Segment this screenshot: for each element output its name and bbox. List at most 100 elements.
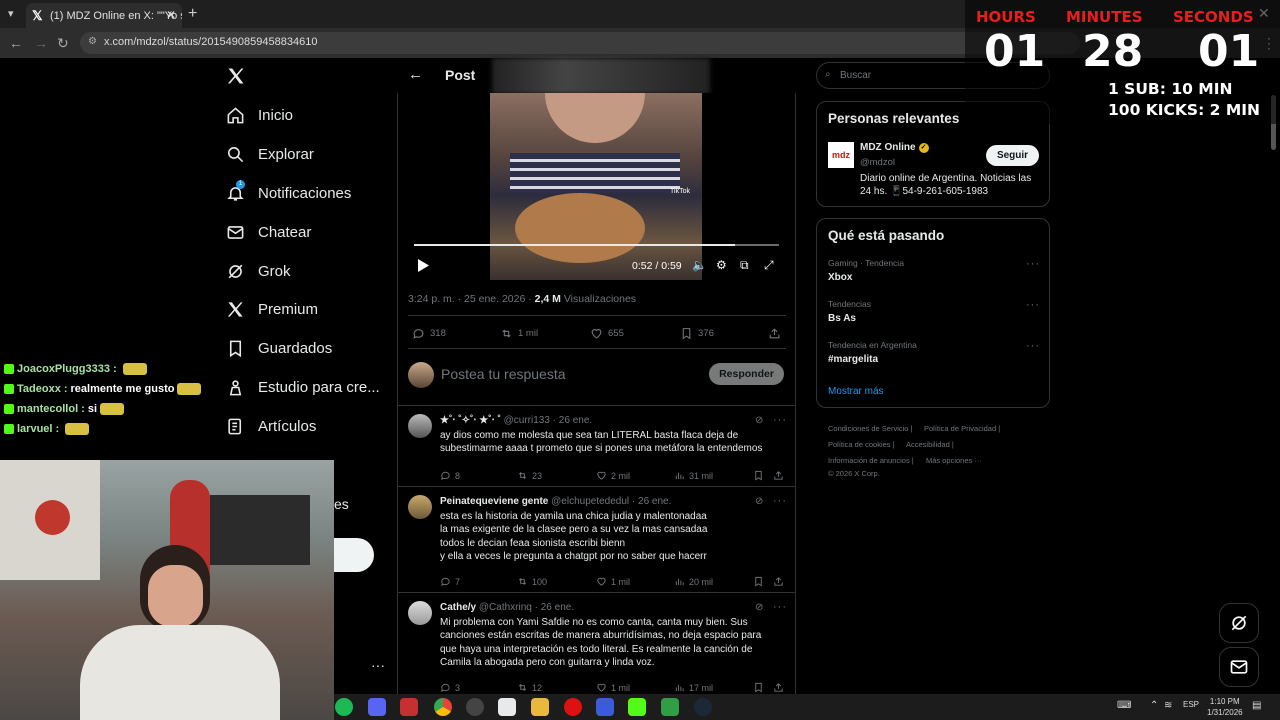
reply-like-button[interactable]: 2 mil (596, 470, 630, 481)
reply-views-button[interactable]: 17 mil (674, 682, 713, 693)
reply-share-button[interactable] (773, 682, 784, 693)
tray-clock[interactable]: 1:10 PM 1/31/2026 (1207, 696, 1243, 718)
reply-repost-button[interactable]: 23 (517, 470, 542, 481)
play-icon[interactable] (418, 259, 429, 272)
nav-item-6[interactable]: Guardados (226, 339, 332, 358)
volume-icon[interactable]: 🔈 (692, 258, 707, 272)
grok-float-button[interactable] (1219, 603, 1259, 643)
nav-item-1[interactable]: Explorar (226, 145, 314, 164)
tray-notification-icon[interactable]: ▤ (1252, 700, 1261, 711)
nav-item-7[interactable]: Estudio para cre... (226, 378, 380, 397)
address-bar[interactable]: ⚙ x.com/mdzol/status/2015490859458834610 (80, 32, 1080, 54)
site-info-icon[interactable]: ⚙ (88, 36, 97, 47)
reply-item[interactable]: ★˚‧ ˚✧˚‧ ★˚‧ ˚ @curri133 · 26 ene. ⊘ ···… (397, 406, 796, 487)
reply-views-button[interactable]: 31 mil (674, 470, 713, 481)
reply-avatar[interactable] (408, 601, 432, 625)
reply-more-icon[interactable]: ··· (773, 495, 787, 507)
trend-more-icon[interactable]: ··· (1026, 340, 1040, 352)
tray-language[interactable]: ESP (1183, 700, 1199, 709)
reply-author[interactable]: Cathe/y @Cathxrinq · 26 ene. (440, 602, 574, 613)
reply-bookmark-button[interactable] (753, 576, 764, 587)
follow-button[interactable]: Seguir (986, 145, 1039, 166)
reply-author[interactable]: Peinatequeviene gente @elchupetededul · … (440, 496, 671, 507)
repost-count-button[interactable]: 1 mil (500, 327, 538, 340)
grok-explain-icon[interactable]: ⊘ (755, 496, 763, 507)
reply-more-icon[interactable]: ··· (773, 414, 787, 426)
account-more-icon[interactable]: ··· (371, 657, 385, 673)
trend-item[interactable]: Gaming · Tendencia Xbox ··· (828, 258, 1040, 294)
fullscreen-icon[interactable]: ⤢ (764, 258, 774, 273)
tray-keyboard-icon[interactable]: ⌨ (1117, 700, 1131, 711)
forward-button[interactable]: → (34, 35, 48, 51)
reply-bookmark-button[interactable] (753, 682, 764, 693)
back-arrow-icon[interactable]: ← (408, 66, 423, 83)
chrome-icon[interactable] (434, 698, 452, 716)
chat-username[interactable]: mantecollol : (17, 403, 85, 415)
chat-username[interactable]: larvuel : (17, 423, 59, 435)
trend-item[interactable]: Tendencias Bs As ··· (828, 299, 1040, 335)
reply-repost-button[interactable]: 100 (517, 576, 547, 587)
reply-repost-button[interactable]: 12 (517, 682, 542, 693)
footer-cookies[interactable]: Política de cookies | (828, 440, 895, 449)
reply-author[interactable]: ★˚‧ ˚✧˚‧ ★˚‧ ˚ @curri133 · 26 ene. (440, 415, 592, 426)
reply-reply-button[interactable]: 7 (440, 576, 460, 587)
obs-icon[interactable] (466, 698, 484, 716)
minecraft-icon[interactable] (661, 698, 679, 716)
nav-item-3[interactable]: Chatear (226, 223, 311, 242)
voicemod-icon[interactable] (400, 698, 418, 716)
pip-icon[interactable]: ⧉ (740, 258, 749, 273)
app2-icon[interactable] (596, 698, 614, 716)
reply-button[interactable]: Responder (709, 363, 784, 385)
file-explorer-icon[interactable] (531, 698, 549, 716)
reply-avatar[interactable] (408, 414, 432, 438)
mdz-avatar[interactable]: mdz (828, 142, 854, 168)
nav-item-8[interactable]: Artículos (226, 417, 316, 436)
footer-ads-info[interactable]: Información de anuncios | (828, 456, 914, 465)
reply-input[interactable]: Postea tu respuesta (441, 366, 566, 382)
footer-more-options[interactable]: Más opciones ··· (926, 456, 982, 465)
tab-close-icon[interactable]: ✕ (166, 8, 176, 22)
trend-more-icon[interactable]: ··· (1026, 258, 1040, 270)
account-name[interactable]: MDZ Online ✓ (860, 142, 929, 153)
like-count-button[interactable]: 655 (590, 327, 624, 340)
back-button[interactable]: ← (9, 35, 23, 51)
opera-icon[interactable] (564, 698, 582, 716)
user-avatar[interactable] (408, 362, 434, 388)
reply-avatar[interactable] (408, 495, 432, 519)
trend-more-icon[interactable]: ··· (1026, 299, 1040, 311)
footer-privacy[interactable]: Política de Privacidad | (924, 424, 1000, 433)
trend-item[interactable]: Tendencia en Argentina #margelita ··· (828, 340, 1040, 376)
discord-icon[interactable] (368, 698, 386, 716)
show-more-link[interactable]: Mostrar más (828, 386, 884, 397)
post-compose-button[interactable] (334, 538, 374, 572)
app-icon[interactable] (498, 698, 516, 716)
browser-tab[interactable]: 𝕏 (1) MDZ Online en X: ""Yo sé qu ✕ (26, 3, 182, 28)
settings-icon[interactable]: ⚙ (716, 258, 727, 272)
chat-username[interactable]: JoacoxPlugg3333 : (17, 363, 117, 375)
reply-item[interactable]: Cathe/y @Cathxrinq · 26 ene. ⊘ ··· Mi pr… (397, 593, 796, 703)
reply-views-button[interactable]: 20 mil (674, 576, 713, 587)
chat-username[interactable]: Tadeoxx : (17, 383, 68, 395)
reply-item[interactable]: Peinatequeviene gente @elchupetededul · … (397, 487, 796, 593)
x-home-logo[interactable] (226, 66, 246, 86)
reply-count-button[interactable]: 318 (412, 327, 446, 340)
tray-wifi-icon[interactable]: ≋ (1164, 700, 1172, 711)
reply-more-icon[interactable]: ··· (773, 601, 787, 613)
reply-like-button[interactable]: 1 mil (596, 576, 630, 587)
reply-like-button[interactable]: 1 mil (596, 682, 630, 693)
nav-item-5[interactable]: Premium (226, 300, 318, 319)
reply-share-button[interactable] (773, 576, 784, 587)
reload-button[interactable]: ↻ (57, 35, 69, 52)
grok-explain-icon[interactable]: ⊘ (755, 602, 763, 613)
bookmark-count-button[interactable]: 376 (680, 327, 714, 340)
tray-chevron-icon[interactable]: ⌃ (1150, 700, 1158, 711)
spotify-icon[interactable] (335, 698, 353, 716)
new-tab-button[interactable]: + (188, 5, 197, 23)
reply-share-button[interactable] (773, 470, 784, 481)
reply-reply-button[interactable]: 8 (440, 470, 460, 481)
kick-icon[interactable] (628, 698, 646, 716)
nav-item-partial-label[interactable]: es (334, 496, 349, 512)
nav-item-4[interactable]: Grok (226, 262, 291, 281)
tab-menu-icon[interactable]: ▾ (8, 7, 14, 20)
footer-accessibility[interactable]: Accesibilidad | (906, 440, 954, 449)
